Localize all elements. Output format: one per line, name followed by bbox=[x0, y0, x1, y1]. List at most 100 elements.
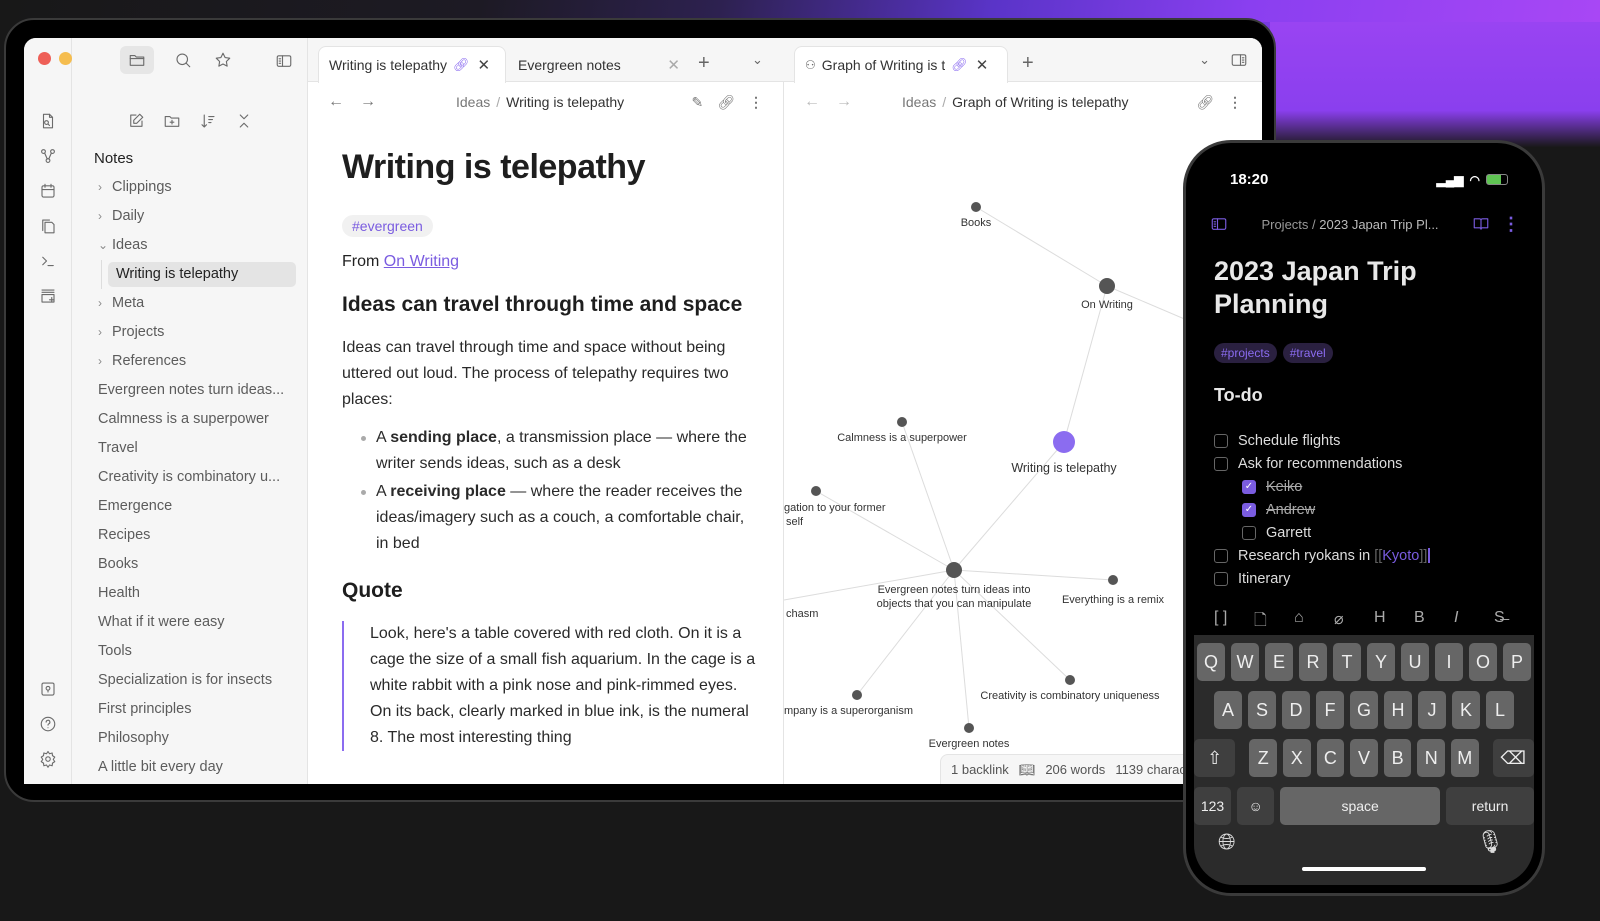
folder-item[interactable]: ⌄ Ideas bbox=[72, 231, 307, 260]
new-tab-icon[interactable]: + bbox=[1022, 52, 1034, 75]
key-c[interactable]: C bbox=[1316, 739, 1345, 777]
breadcrumb-current[interactable]: Graph of Writing is telepathy bbox=[952, 94, 1128, 110]
backspace-key[interactable]: ⌫ bbox=[1492, 739, 1534, 777]
file-item[interactable]: Evergreen notes turn ideas... bbox=[72, 376, 307, 405]
key-q[interactable]: Q bbox=[1197, 643, 1225, 681]
file-item[interactable]: A little bit every day bbox=[72, 753, 307, 782]
command-palette-icon[interactable] bbox=[37, 250, 59, 272]
close-window-button[interactable] bbox=[38, 52, 51, 65]
tag-evergreen[interactable]: #evergreen bbox=[342, 215, 433, 237]
on-writing-link[interactable]: On Writing bbox=[384, 253, 459, 270]
key-e[interactable]: E bbox=[1265, 643, 1293, 681]
file-item[interactable]: Tools bbox=[72, 637, 307, 666]
breadcrumb-current[interactable]: 2023 Japan Trip Pl... bbox=[1319, 217, 1438, 232]
heading-button[interactable]: H bbox=[1374, 609, 1414, 636]
close-tab-icon[interactable]: ✕ bbox=[478, 56, 491, 74]
key-v[interactable]: V bbox=[1350, 739, 1378, 777]
toggle-sidebar-icon[interactable] bbox=[273, 50, 295, 72]
search-icon[interactable] bbox=[172, 49, 194, 71]
graph-node-books[interactable] bbox=[971, 202, 981, 212]
file-item[interactable]: Specialization is for insects bbox=[72, 666, 307, 695]
key-u[interactable]: U bbox=[1401, 643, 1429, 681]
tab-list-chevron-icon[interactable]: ⌄ bbox=[752, 52, 763, 68]
key-o[interactable]: O bbox=[1469, 643, 1497, 681]
file-item[interactable]: 1,000 true fans bbox=[72, 782, 307, 784]
attachment-icon[interactable]: ⌀ bbox=[1334, 609, 1374, 636]
graph-node-remix[interactable] bbox=[1108, 575, 1118, 585]
graph-node-calmness[interactable] bbox=[897, 417, 907, 427]
new-note-icon[interactable] bbox=[125, 110, 147, 132]
tab-graph-of-writing[interactable]: ⚇ Graph of Writing is t 🔗︎ ✕ bbox=[794, 46, 1008, 83]
vault-root[interactable]: Notes bbox=[72, 144, 307, 173]
graph-node-creativity[interactable] bbox=[1065, 675, 1075, 685]
key-z[interactable]: Z bbox=[1249, 739, 1278, 777]
key-j[interactable]: J bbox=[1418, 691, 1446, 729]
key-p[interactable]: P bbox=[1503, 643, 1531, 681]
folder-item[interactable]: › Clippings bbox=[72, 173, 307, 202]
toggle-right-sidebar-icon[interactable] bbox=[1228, 49, 1250, 71]
folder-item[interactable]: › References bbox=[72, 347, 307, 376]
graph-node-writing[interactable] bbox=[1053, 431, 1075, 453]
minimize-window-button[interactable] bbox=[59, 52, 72, 65]
new-tab-icon[interactable]: + bbox=[698, 52, 710, 75]
graph-node-evergreen-turn[interactable] bbox=[946, 562, 962, 578]
graph-node-evergreen[interactable] bbox=[964, 723, 974, 733]
checkbox-checked[interactable]: ✓ bbox=[1242, 479, 1256, 494]
tab-list-chevron-icon[interactable]: ⌄ bbox=[1199, 52, 1210, 68]
checkbox[interactable] bbox=[1242, 525, 1256, 540]
checkbox[interactable] bbox=[1214, 456, 1228, 471]
folder-item[interactable]: › Projects bbox=[72, 318, 307, 347]
reading-mode-book-icon[interactable] bbox=[1470, 213, 1492, 235]
key-f[interactable]: F bbox=[1316, 691, 1344, 729]
italic-button[interactable]: I bbox=[1454, 609, 1494, 636]
templates-icon[interactable] bbox=[37, 215, 59, 237]
breadcrumb-parent[interactable]: Projects bbox=[1261, 217, 1308, 232]
checkbox[interactable] bbox=[1214, 433, 1228, 448]
emoji-key[interactable]: ☺ bbox=[1237, 787, 1275, 825]
bold-button[interactable]: B bbox=[1414, 609, 1454, 636]
file-item-selected[interactable]: Writing is telepathy bbox=[72, 260, 307, 289]
file-item[interactable]: Emergence bbox=[72, 492, 307, 521]
folder-item[interactable]: › Daily bbox=[72, 202, 307, 231]
file-item[interactable]: Creativity is combinatory u... bbox=[72, 463, 307, 492]
help-icon[interactable] bbox=[37, 713, 59, 735]
tag-travel[interactable]: #travel bbox=[1282, 343, 1333, 363]
link-icon[interactable]: 🔗︎ bbox=[1196, 94, 1214, 111]
return-key[interactable]: return bbox=[1446, 787, 1534, 825]
daily-note-icon[interactable] bbox=[37, 180, 59, 202]
sidebar-toggle-icon[interactable] bbox=[1208, 213, 1230, 235]
file-item[interactable]: Philosophy bbox=[72, 724, 307, 753]
key-k[interactable]: K bbox=[1452, 691, 1480, 729]
key-h[interactable]: H bbox=[1384, 691, 1412, 729]
tag-projects[interactable]: #projects bbox=[1214, 343, 1277, 363]
tab-evergreen-notes[interactable]: Evergreen notes ✕ bbox=[508, 46, 690, 83]
tab-writing-is-telepathy[interactable]: Writing is telepathy 🔗︎ ✕ bbox=[318, 46, 506, 83]
key-d[interactable]: D bbox=[1282, 691, 1310, 729]
file-item[interactable]: Books bbox=[72, 550, 307, 579]
breadcrumb-parent[interactable]: Ideas bbox=[902, 94, 936, 110]
breadcrumb-parent[interactable]: Ideas bbox=[456, 94, 490, 110]
globe-icon[interactable]: 🌐︎ bbox=[1218, 829, 1236, 855]
key-l[interactable]: L bbox=[1486, 691, 1514, 729]
shift-key[interactable]: ⇧ bbox=[1194, 739, 1236, 777]
kyoto-link[interactable]: Kyoto bbox=[1382, 548, 1419, 564]
checkbox-checked[interactable]: ✓ bbox=[1242, 502, 1256, 517]
file-item[interactable]: What if it were easy bbox=[72, 608, 307, 637]
tag-icon[interactable]: ⌂︎ bbox=[1294, 609, 1334, 636]
sort-icon[interactable] bbox=[197, 110, 219, 132]
back-arrow-icon[interactable]: ← bbox=[804, 93, 820, 111]
more-options-icon[interactable]: ⋮ bbox=[749, 94, 763, 111]
microphone-icon[interactable]: 🎙︎ bbox=[1476, 829, 1504, 855]
files-tab[interactable] bbox=[120, 46, 154, 74]
home-indicator[interactable] bbox=[1302, 867, 1426, 871]
key-b[interactable]: B bbox=[1383, 739, 1412, 777]
close-tab-icon[interactable]: ✕ bbox=[976, 56, 989, 74]
key-m[interactable]: M bbox=[1450, 739, 1479, 777]
more-options-icon[interactable]: ⋮ bbox=[1502, 214, 1520, 235]
graph-view-icon[interactable] bbox=[37, 145, 59, 167]
file-icon[interactable]: 🗋︎ bbox=[1254, 609, 1294, 636]
checkbox[interactable] bbox=[1214, 548, 1228, 563]
settings-icon[interactable] bbox=[37, 748, 59, 770]
graph-node-company[interactable] bbox=[852, 690, 862, 700]
file-item[interactable]: Health bbox=[72, 579, 307, 608]
